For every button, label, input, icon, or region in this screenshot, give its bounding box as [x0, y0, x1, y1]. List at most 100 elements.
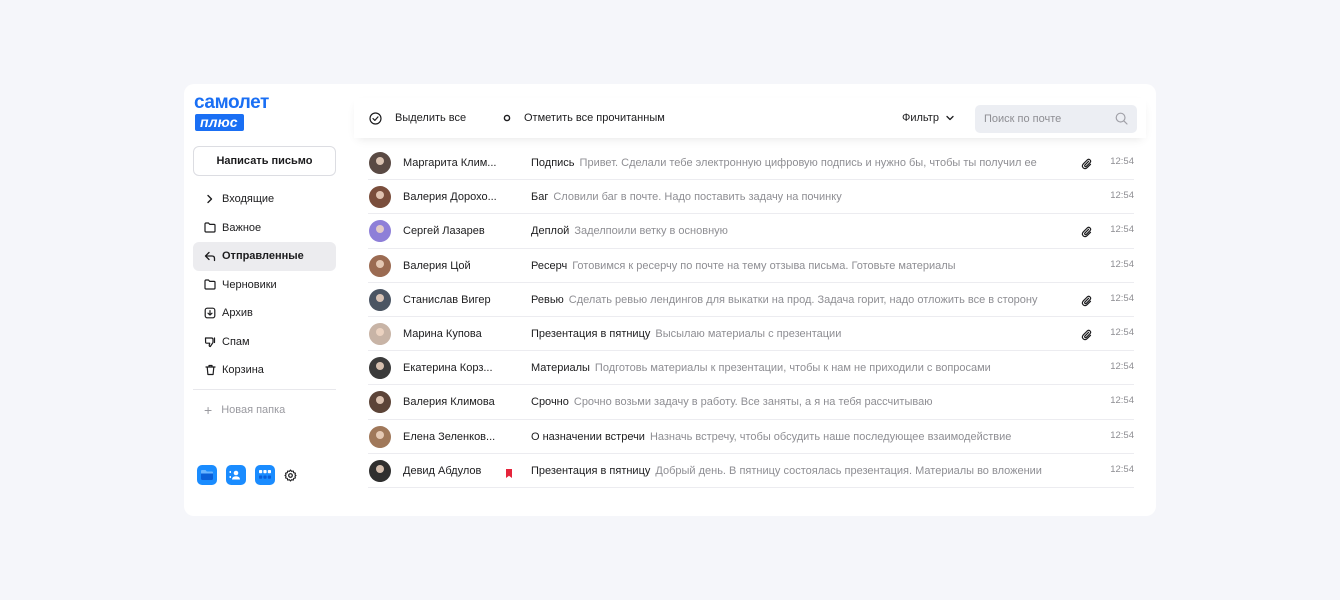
message-sender: Валерия Климова	[403, 396, 495, 409]
mark-all-read-button[interactable]: Отметить все прочитанным	[500, 98, 665, 138]
app-switcher	[197, 465, 297, 485]
avatar	[369, 152, 391, 174]
mark-all-read-label: Отметить все прочитанным	[524, 112, 665, 124]
avatar	[369, 322, 391, 345]
sidebar-item-spam[interactable]: Спам	[193, 328, 336, 357]
message-time: 12:54	[1110, 395, 1134, 407]
message-content: Подпись Привет. Сделали тебе электронную …	[531, 146, 1076, 180]
sidebar-item-drafts[interactable]: Черновики	[193, 271, 336, 300]
message-subject: Подпись	[531, 157, 575, 169]
message-preview: Привет. Сделали тебе электронную цифрову…	[579, 157, 1037, 169]
search-box	[975, 105, 1137, 133]
message-sender: Валерия Цой	[403, 259, 471, 272]
message-time: 12:54	[1110, 292, 1134, 304]
message-row[interactable]: Екатерина Корз... Материалы Подготовь мат…	[368, 351, 1134, 386]
search-input[interactable]	[984, 105, 1114, 133]
mail-window: самолет плюс Выделить все Отметить все п…	[184, 84, 1156, 516]
message-preview: Добрый день. В пятницу состоялась презен…	[655, 464, 1042, 477]
message-content: Ресерч Готовимся к ресерчу по почте на те…	[531, 249, 1076, 283]
message-time: 12:54	[1110, 156, 1134, 167]
files-app-icon[interactable]	[197, 465, 217, 485]
apps-grid-icon[interactable]	[255, 465, 275, 485]
avatar	[369, 186, 391, 209]
message-subject: О назначении встречи	[531, 430, 645, 443]
message-subject: Презентация в пятницу	[531, 464, 651, 477]
select-all-label: Выделить все	[395, 112, 467, 124]
folder-icon	[204, 279, 216, 291]
sidebar-item-inbox[interactable]: Входящие	[193, 185, 336, 214]
message-time: 12:54	[1110, 326, 1134, 338]
message-subject: Ресерч	[531, 259, 568, 272]
contacts-app-icon[interactable]	[226, 465, 246, 485]
message-time: 12:54	[1110, 463, 1134, 475]
settings-gear-icon[interactable]	[283, 468, 297, 482]
message-row[interactable]: Сергей Лазарев Деплой Заделпоили ветку в …	[368, 214, 1134, 249]
message-row[interactable]: Маргарита Клим... Подпись Привет. Сделали…	[368, 146, 1134, 181]
message-row[interactable]: Валерия Цой Ресерч Готовимся к ресерчу по…	[368, 249, 1134, 283]
message-row[interactable]: Валерия Климова Срочно Срочно возьми зада…	[368, 385, 1134, 420]
message-subject: Материалы	[531, 362, 590, 375]
avatar	[369, 288, 391, 311]
sidebar-item-sent[interactable]: Отправленные	[193, 242, 336, 271]
search-icon[interactable]	[1115, 112, 1129, 126]
message-row[interactable]: Валерия Дорохо... Баг Словили баг в почте…	[368, 180, 1134, 215]
thumbs-down-icon	[204, 336, 216, 348]
paperclip-icon	[1081, 157, 1093, 170]
avatar	[369, 391, 391, 414]
message-preview: Высылаю материалы с презентации	[655, 327, 842, 340]
message-content: Баг Словили баг в почте. Надо поставить з…	[531, 180, 1076, 214]
sidebar-item-label: Важное	[222, 221, 262, 234]
message-sender: Елена Зеленков...	[403, 430, 496, 443]
sidebar-item-trash[interactable]: Корзина	[193, 356, 336, 385]
compose-button[interactable]: Написать письмо	[193, 146, 336, 176]
message-row[interactable]: Девид Абдулов Презентация в пятницу Добры…	[368, 454, 1134, 488]
message-sender: Марина Купова	[403, 327, 482, 340]
sidebar-item-archive[interactable]: Архив	[193, 299, 336, 328]
select-all-button[interactable]: Выделить все	[368, 98, 466, 138]
archive-icon	[204, 307, 216, 319]
filter-dropdown[interactable]: Фильтр	[902, 98, 954, 138]
brand-logo[interactable]: самолет плюс	[194, 92, 294, 132]
chevron-right-icon	[204, 193, 216, 205]
message-preview: Сделать ревью лендингов для выкатки на п…	[568, 293, 1038, 306]
reply-icon	[204, 250, 216, 262]
message-subject: Баг	[531, 191, 549, 204]
message-preview: Заделпоили ветку в основную	[574, 225, 728, 238]
mail-toolbar: Выделить все Отметить все прочитанным Фи…	[354, 98, 1146, 138]
sidebar-item-label: Спам	[222, 335, 250, 348]
check-circle-icon	[368, 111, 382, 125]
message-list: Маргарита Клим... Подпись Привет. Сделали…	[368, 146, 1134, 488]
new-folder-button[interactable]: + Новая папка	[193, 397, 336, 423]
logo-text-top: самолет	[194, 92, 269, 113]
message-time: 12:54	[1110, 361, 1134, 373]
sidebar-item-important[interactable]: Важное	[193, 214, 336, 243]
sidebar-item-label: Архив	[222, 307, 253, 320]
new-folder-label: Новая папка	[221, 404, 286, 416]
avatar	[369, 459, 391, 482]
message-preview: Подготовь материалы к презентации, чтобы…	[594, 362, 991, 375]
message-sender: Сергей Лазарев	[403, 225, 485, 238]
avatar	[369, 254, 391, 277]
logo-text-bottom: плюс	[195, 114, 244, 131]
plus-icon: +	[204, 402, 213, 418]
message-preview: Назначь встречу, чтобы обсудить наше пос…	[649, 430, 1012, 443]
bookmark-flag-icon[interactable]	[505, 466, 513, 478]
sidebar-item-label: Отправленные	[222, 250, 304, 263]
message-content: Деплой Заделпоили ветку в основную	[531, 214, 1076, 248]
message-row[interactable]: Елена Зеленков... О назначении встречи На…	[368, 420, 1134, 454]
folder-icon	[204, 222, 216, 234]
message-row[interactable]: Станислав Вигер Ревью Сделать ревью ленди…	[368, 283, 1134, 317]
sidebar-item-label: Черновики	[222, 278, 277, 291]
message-time: 12:54	[1110, 258, 1134, 270]
message-content: Презентация в пятницу Высылаю материалы с…	[531, 317, 1076, 351]
message-subject: Ревью	[531, 293, 564, 306]
sidebar-divider	[193, 389, 336, 390]
compose-label: Написать письмо	[216, 155, 313, 167]
sidebar-item-label: Корзина	[222, 364, 264, 377]
message-row[interactable]: Марина Купова Презентация в пятницу Высыл…	[368, 317, 1134, 352]
filter-label: Фильтр	[902, 112, 939, 124]
avatar	[369, 220, 391, 243]
message-preview: Срочно возьми задачу в работу. Все занят…	[573, 396, 933, 409]
message-preview: Словили баг в почте. Надо поставить зада…	[553, 191, 842, 204]
trash-icon	[204, 364, 216, 376]
